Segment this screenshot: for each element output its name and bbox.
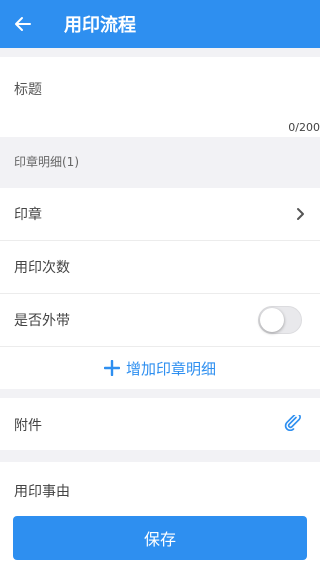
save-button[interactable]: 保存 <box>13 516 307 560</box>
chevron-right-icon <box>297 208 304 220</box>
arrow-left-icon <box>15 17 31 31</box>
carry-out-toggle[interactable] <box>258 306 302 334</box>
seal-section-heading: 印章明细(1) <box>14 155 79 169</box>
back-button[interactable] <box>0 0 46 48</box>
plus-icon <box>103 360 120 376</box>
char-counter: 0/200 <box>288 121 320 134</box>
reason-label: 用印事由 <box>14 484 70 500</box>
title-field-label: 标题 <box>14 82 42 98</box>
app-header: 用印流程 <box>0 0 320 48</box>
seal-detail-list: 印章 用印次数 是否外带 增加印章明细 <box>0 188 320 389</box>
add-seal-detail-button[interactable]: 增加印章明细 <box>0 347 320 389</box>
carry-out-label: 是否外带 <box>14 313 70 329</box>
title-field[interactable]: 标题 0/200 <box>0 57 320 137</box>
attachment-label: 附件 <box>14 418 42 434</box>
page-title: 用印流程 <box>64 15 136 36</box>
seal-label: 印章 <box>14 207 42 223</box>
paperclip-icon[interactable] <box>284 415 304 431</box>
carry-out-row: 是否外带 <box>0 294 320 347</box>
seal-count-row[interactable]: 用印次数 <box>0 241 320 294</box>
attachment-row: 附件 <box>0 398 320 450</box>
toggle-knob <box>260 308 284 332</box>
seal-select-row[interactable]: 印章 <box>0 188 320 241</box>
add-seal-detail-label: 增加印章明细 <box>125 359 216 378</box>
seal-count-label: 用印次数 <box>14 260 70 276</box>
